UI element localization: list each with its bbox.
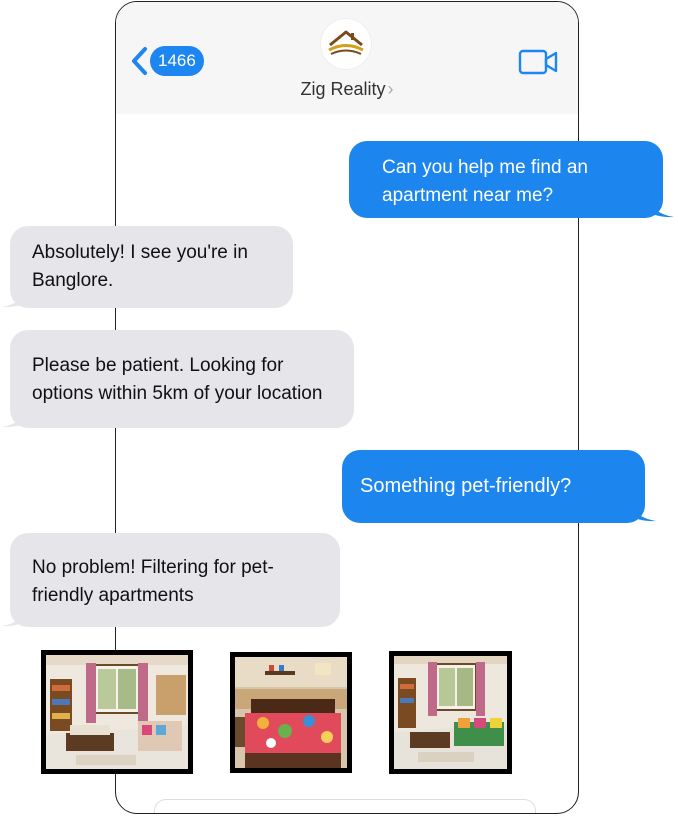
message-bubble-outgoing: Something pet-friendly?	[342, 450, 645, 523]
bubble-tail	[2, 605, 30, 627]
message-bubble-outgoing: Can you help me find an apartment near m…	[349, 141, 663, 218]
living-room-photo[interactable]	[389, 651, 512, 774]
living-room-photo[interactable]	[41, 650, 193, 774]
message-text: No problem! Filtering for pet-friendly a…	[32, 557, 274, 606]
bubble-tail	[2, 286, 30, 308]
bubble-tail	[645, 196, 674, 218]
chevron-right-icon: ›	[387, 79, 394, 99]
back-button[interactable]: 1466	[130, 46, 204, 76]
bedroom-photo[interactable]	[230, 652, 352, 773]
unread-count-badge: 1466	[150, 46, 204, 76]
message-text: Absolutely! I see you're in Banglore.	[32, 242, 248, 291]
message-text: Please be patient. Looking for options w…	[32, 355, 323, 404]
message-bubble-incoming: Please be patient. Looking for options w…	[10, 330, 354, 428]
message-input[interactable]	[154, 799, 536, 813]
contact-name-label: Zig Reality	[300, 79, 386, 99]
contact-name[interactable]: Zig Reality ›	[116, 79, 578, 100]
message-bubble-incoming: Absolutely! I see you're in Banglore.	[10, 226, 293, 308]
conversation-header: 1466 Zig Reality ›	[116, 2, 578, 114]
message-bubble-incoming: No problem! Filtering for pet-friendly a…	[10, 533, 340, 627]
house-logo[interactable]	[321, 19, 371, 69]
video-call-button[interactable]	[518, 48, 560, 81]
chevron-left-icon	[132, 47, 147, 75]
bubble-tail	[2, 406, 30, 428]
message-text: Can you help me find an apartment near m…	[382, 157, 588, 206]
message-text: Something pet-friendly?	[360, 475, 572, 497]
video-camera-icon	[518, 49, 558, 75]
bubble-tail	[627, 500, 656, 522]
